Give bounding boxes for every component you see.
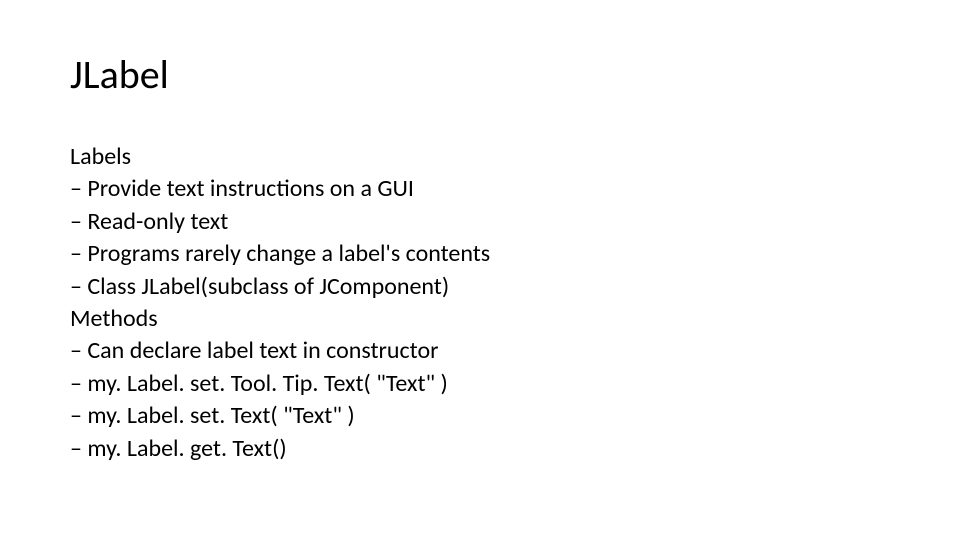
body-line: – my. Label. get. Text() (70, 433, 890, 465)
body-line: – my. Label. set. Tool. Tip. Text( "Text… (70, 368, 890, 400)
body-line: – Can declare label text in constructor (70, 335, 890, 367)
body-line: Methods (70, 303, 890, 335)
body-line: – Programs rarely change a label's conte… (70, 238, 890, 270)
body-line: – Provide text instructions on a GUI (70, 173, 890, 205)
body-line: – Read-only text (70, 206, 890, 238)
body-line: – Class JLabel(subclass of JComponent) (70, 271, 890, 303)
slide-body: Labels – Provide text instructions on a … (70, 141, 890, 465)
body-line: – my. Label. set. Text( "Text" ) (70, 400, 890, 432)
slide-title: JLabel (70, 50, 890, 99)
body-line: Labels (70, 141, 890, 173)
